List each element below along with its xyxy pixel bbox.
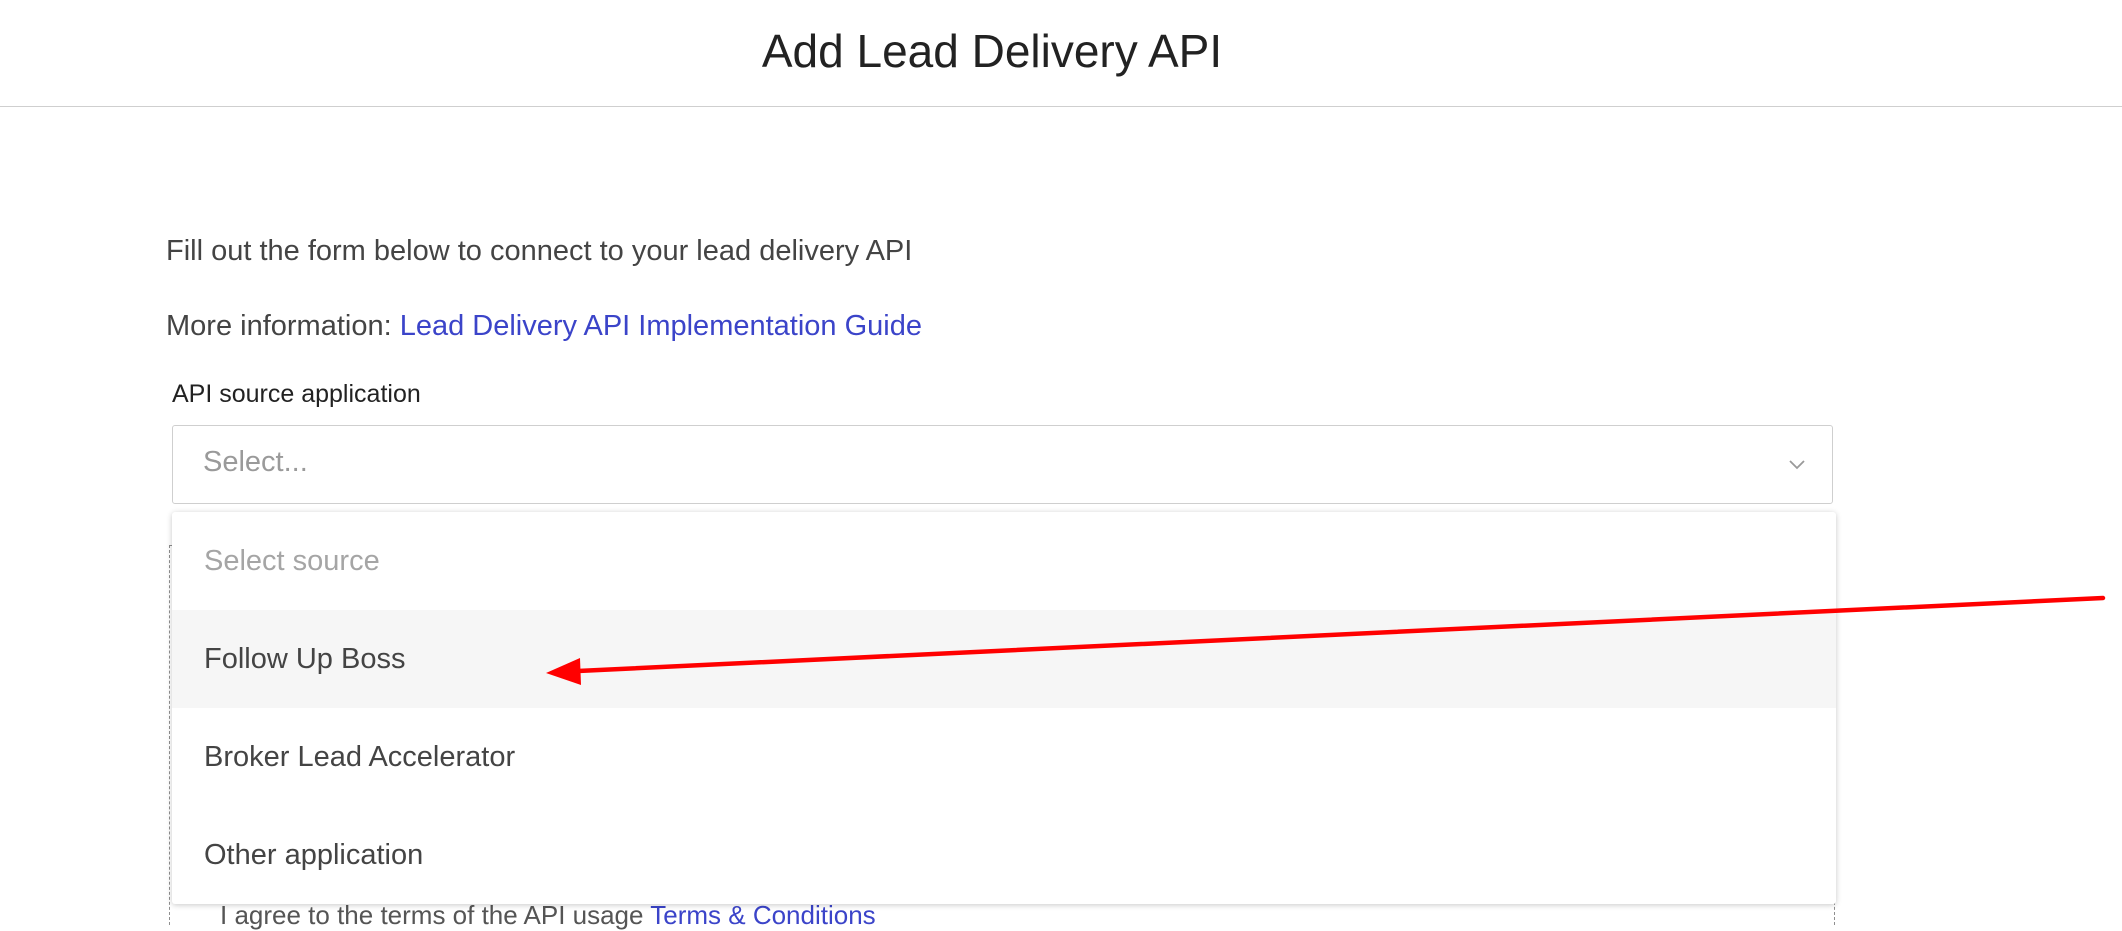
source-application-label: API source application [172,380,421,408]
select-placeholder: Select... [203,446,308,478]
underlying-terms-text: I agree to the terms of the API usage Te… [220,900,876,930]
page-title: Add Lead Delivery API [761,25,1223,77]
source-application-select[interactable]: Select... [172,425,1833,504]
dropdown-option-follow-up-boss[interactable]: Follow Up Boss [172,610,1836,708]
more-info-line: More information: Lead Delivery API Impl… [166,310,922,343]
implementation-guide-link[interactable]: Lead Delivery API Implementation Guide [400,310,922,342]
page-header: Add Lead Delivery API [0,0,2122,107]
dropdown-option-broker-lead-accelerator[interactable]: Broker Lead Accelerator [172,708,1836,806]
more-info-prefix: More information: [166,310,400,342]
terms-link[interactable]: Terms & Conditions [650,900,875,930]
chevron-down-icon[interactable] [1786,454,1808,476]
dropdown-option-select-source[interactable]: Select source [172,512,1836,610]
source-dropdown-menu: Select source Follow Up Boss Broker Lead… [172,512,1836,904]
form-intro-text: Fill out the form below to connect to yo… [166,235,913,267]
dropdown-option-other-application[interactable]: Other application [172,806,1836,904]
